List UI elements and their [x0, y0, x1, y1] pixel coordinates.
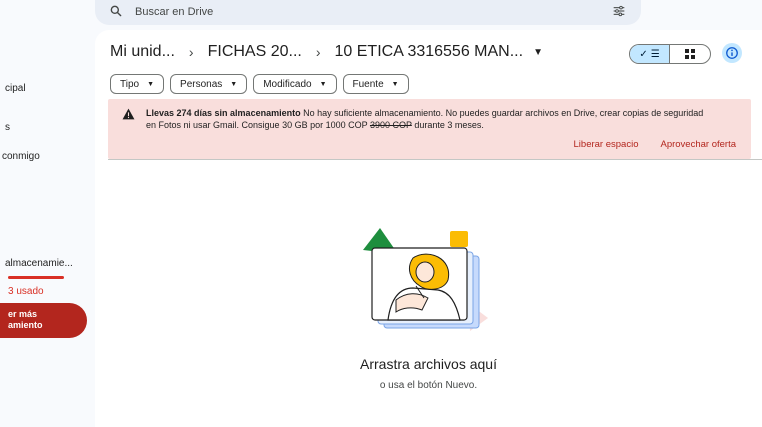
chevron-down-icon: ▼: [230, 80, 238, 88]
sidebar-item-label: cipal: [5, 83, 26, 94]
chevron-down-icon: ▼: [147, 80, 155, 88]
buy-storage-button[interactable]: er más amiento: [0, 303, 87, 338]
sidebar-item-shared-with-me[interactable]: conmigo: [2, 151, 40, 162]
sidebar: cipal s conmigo almacenamie... 3 usado e…: [0, 0, 92, 427]
sidebar-item-label: almacenamie...: [5, 258, 73, 269]
chip-label: Tipo: [120, 78, 140, 90]
breadcrumb-item[interactable]: FICHAS 20...: [208, 43, 302, 61]
breadcrumb: Mi unid... › FICHAS 20... › 10 ETICA 331…: [110, 43, 543, 61]
main-panel: Mi unid... › FICHAS 20... › 10 ETICA 331…: [95, 30, 762, 427]
info-icon: [726, 47, 738, 59]
empty-folder-illustration: [363, 228, 488, 331]
empty-state-title: Arrastra archivos aquí: [360, 356, 497, 372]
filter-source-chip[interactable]: Fuente ▼: [342, 74, 409, 94]
buy-storage-label-line2: amiento: [8, 320, 43, 330]
sidebar-item-label: s: [5, 122, 10, 133]
breadcrumb-separator-icon: ›: [188, 44, 194, 60]
chip-label: Fuente: [352, 78, 384, 90]
banner-text-2: durante 3 meses.: [411, 120, 484, 130]
chevron-down-icon[interactable]: ▼: [533, 47, 543, 58]
filter-modified-chip[interactable]: Modificado ▼: [253, 74, 337, 94]
grid-view-button[interactable]: [670, 45, 710, 63]
buy-storage-label-line1: er más: [8, 309, 38, 319]
check-icon: ✓: [639, 48, 648, 60]
search-input[interactable]: Buscar en Drive: [135, 6, 213, 18]
get-offer-link[interactable]: Aprovechar oferta: [660, 139, 736, 150]
storage-warning-banner: Llevas 274 días sin almacenamiento No ha…: [108, 99, 751, 159]
chevron-down-icon: ▼: [319, 80, 327, 88]
breadcrumb-item[interactable]: Mi unid...: [110, 43, 175, 61]
storage-used-text: 3 usado: [8, 286, 44, 297]
banner-actions: Liberar espacio Aprovechar oferta: [574, 139, 736, 150]
filter-chips: Tipo ▼ Personas ▼ Modificado ▼ Fuente ▼: [110, 74, 409, 94]
filter-type-chip[interactable]: Tipo ▼: [110, 74, 165, 94]
free-space-link[interactable]: Liberar espacio: [574, 139, 639, 150]
details-button[interactable]: [722, 43, 742, 63]
search-options-icon[interactable]: [611, 3, 627, 19]
chip-label: Personas: [180, 78, 223, 90]
divider: [108, 159, 762, 160]
breadcrumb-current[interactable]: 10 ETICA 3316556 MAN...: [335, 43, 524, 61]
banner-message: Llevas 274 días sin almacenamiento No ha…: [146, 107, 706, 131]
grid-icon: [685, 49, 695, 59]
sidebar-item-main[interactable]: cipal: [5, 83, 26, 94]
banner-bold-text: Llevas 274 días sin almacenamiento: [146, 108, 301, 118]
search-bar[interactable]: Buscar en Drive: [95, 0, 641, 25]
sidebar-item-label: conmigo: [2, 151, 40, 162]
list-icon: ☰: [650, 48, 660, 60]
empty-state-subtitle: o usa el botón Nuevo.: [379, 380, 478, 391]
warning-icon: [122, 108, 135, 120]
view-toggle: ✓ ☰: [629, 44, 711, 64]
chevron-down-icon: ▼: [391, 80, 399, 88]
breadcrumb-separator-icon: ›: [315, 44, 321, 60]
chip-label: Modificado: [263, 78, 312, 90]
sidebar-item-computers[interactable]: s: [5, 122, 10, 133]
storage-progress-bar: [8, 276, 64, 279]
sidebar-item-storage[interactable]: almacenamie...: [5, 258, 73, 269]
banner-strike-price: 3900 COP: [369, 120, 412, 130]
search-icon[interactable]: [109, 4, 123, 18]
filter-people-chip[interactable]: Personas ▼: [170, 74, 248, 94]
list-view-button[interactable]: ✓ ☰: [630, 45, 671, 63]
